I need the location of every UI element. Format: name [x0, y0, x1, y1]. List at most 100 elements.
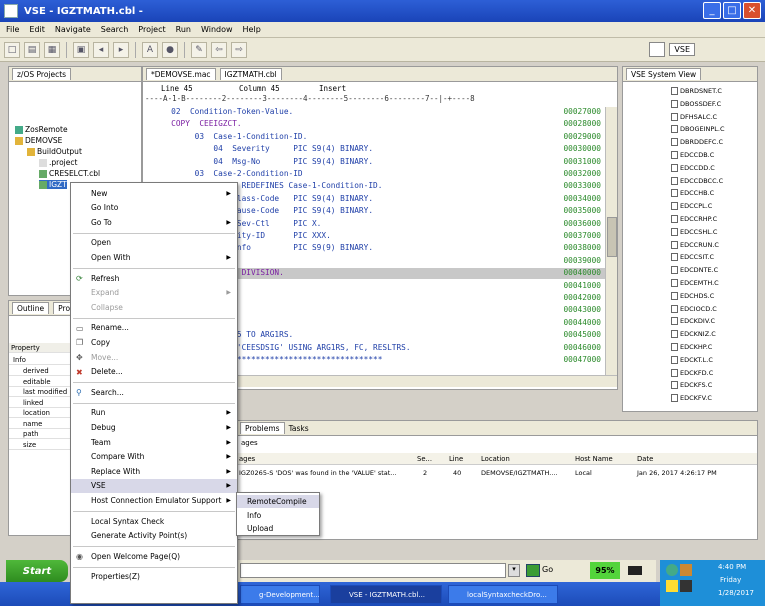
tab-demovse-mac[interactable]: *DEMOVSE.mac — [146, 68, 216, 80]
menu-item-go-into[interactable]: Go Into — [71, 201, 237, 215]
tab-zos-projects[interactable]: z/OS Projects — [12, 68, 72, 80]
tree-item-igztmath-selected[interactable]: IGZT — [39, 180, 67, 189]
system-view-item[interactable]: EDCKFV.C — [671, 394, 712, 403]
submenu-item-remotecompile[interactable]: RemoteCompile — [237, 495, 319, 508]
tree-item-creselct[interactable]: CRESELCT.cbl — [39, 169, 100, 178]
system-view-item[interactable]: EDCEMTH.C — [671, 279, 719, 287]
system-view-item[interactable]: EDCKHP.C — [671, 343, 712, 351]
submenu-item-info[interactable]: Info — [237, 509, 319, 522]
system-view-item[interactable]: EDCCDB.C — [671, 151, 714, 159]
system-view-item[interactable]: EDCKFS.C — [671, 381, 712, 390]
menu-item-copy[interactable]: ❐ Copy — [71, 335, 237, 349]
system-view-item[interactable]: EDCCSIT.C — [671, 253, 714, 262]
menu-file[interactable]: File — [6, 25, 19, 34]
nav-forward-icon[interactable]: ⇨ — [231, 41, 247, 58]
menu-item-delete[interactable]: ✖ Delete... — [71, 365, 237, 379]
menu-item-debug[interactable]: Debug ▶ — [71, 420, 237, 434]
new-icon[interactable]: □ — [4, 41, 20, 58]
dropdown-arrow-icon[interactable]: ▾ — [508, 564, 520, 577]
code-line[interactable]: 02 Condition-Token-Value. 00027000 — [143, 107, 605, 118]
system-view-item[interactable]: EDCKFD.C — [671, 368, 713, 377]
system-view-item[interactable]: DBOSSDEF.C — [671, 99, 721, 108]
menu-item-refresh[interactable]: ⟳ Refresh — [71, 271, 237, 285]
system-view-item[interactable]: EDCCRUN.C — [671, 240, 719, 249]
problem-row[interactable]: IGZ0265-S 'DOS' was found in the 'VALUE'… — [237, 467, 757, 479]
menu-item-properties-z[interactable]: Properties(Z) — [71, 570, 237, 584]
menu-item-new[interactable]: New ▶ — [71, 186, 237, 200]
taskbar-item-syntaxcheck[interactable]: localSyntaxcheckDro... — [448, 585, 558, 604]
tab-tasks[interactable]: Tasks — [289, 424, 309, 433]
system-view-item[interactable]: EDCCSHL.C — [671, 227, 717, 236]
minimize-button[interactable]: _ — [703, 2, 721, 19]
system-view-item[interactable]: EDCKT.L.C — [671, 355, 713, 364]
taskbar-item-development[interactable]: g-Development... — [240, 585, 320, 604]
system-view-item[interactable]: EDCDNTE.C — [671, 266, 718, 275]
start-button[interactable]: Start — [6, 560, 68, 582]
search-tool-icon[interactable]: A — [142, 41, 158, 58]
security-icon[interactable] — [680, 564, 692, 576]
tree-item-demovse[interactable]: DEMOVSE — [15, 136, 62, 145]
open-perspective-icon[interactable] — [649, 42, 666, 57]
menu-item-rename[interactable]: ▭ Rename... — [71, 321, 237, 335]
system-view-item[interactable]: EDCIOCD.C — [671, 304, 717, 313]
menu-item-generate-activity-point-s[interactable]: Generate Activity Point(s) — [71, 529, 237, 543]
close-button[interactable]: ✕ — [743, 2, 761, 19]
system-view-item[interactable]: EDCKDIV.C — [671, 317, 715, 326]
menu-item-compare-with[interactable]: Compare With ▶ — [71, 450, 237, 464]
menu-item-open-with[interactable]: Open With ▶ — [71, 250, 237, 264]
system-view-item[interactable]: EDCCDD.C — [671, 163, 715, 172]
menu-item-search[interactable]: ⚲ Search... — [71, 385, 237, 399]
menu-item-open-welcome-page-q[interactable]: ◉ Open Welcome Page(Q) — [71, 549, 237, 563]
system-view-item[interactable]: EDCCPL.C — [671, 202, 712, 211]
build-icon[interactable]: ▣ — [73, 41, 89, 58]
tree-item-project[interactable]: .project — [39, 158, 77, 167]
menu-item-run[interactable]: Run ▶ — [71, 406, 237, 420]
code-line[interactable]: 04 Severity PIC S9(4) BINARY. 00030000 — [143, 144, 605, 155]
menu-item-local-syntax-check[interactable]: Local Syntax Check — [71, 514, 237, 528]
tree-item-buildoutput[interactable]: BuildOutput — [27, 147, 82, 156]
menu-window[interactable]: Window — [201, 25, 233, 34]
menu-item-go-to[interactable]: Go To ▶ — [71, 215, 237, 229]
tab-vse-system-view[interactable]: VSE System View — [626, 68, 702, 80]
system-view-item[interactable]: DBRDSNET.C — [671, 87, 722, 95]
tab-igztmath[interactable]: IGZTMATH.cbl — [219, 68, 282, 80]
menu-item-replace-with[interactable]: Replace With ▶ — [71, 464, 237, 478]
volume-icon[interactable] — [666, 580, 678, 592]
submenu-item-upload[interactable]: Upload — [237, 522, 319, 535]
code-line[interactable]: 03 Case-1-Condition-ID. 00029000 — [143, 132, 605, 143]
run-icon[interactable]: ● — [162, 41, 178, 58]
menu-item-open[interactable]: Open — [71, 236, 237, 250]
network-icon[interactable] — [666, 564, 678, 576]
menu-item-move[interactable]: ✥ Move... — [71, 350, 237, 364]
code-line[interactable]: 04 Msg-No PIC S9(4) BINARY. 00031000 — [143, 157, 605, 168]
system-view-item[interactable]: DFHSALC.C — [671, 112, 717, 121]
menu-edit[interactable]: Edit — [29, 25, 45, 34]
pencil-icon[interactable]: ✎ — [191, 41, 207, 58]
menu-help[interactable]: Help — [243, 25, 261, 34]
menu-project[interactable]: Project — [138, 25, 165, 34]
menu-item-team[interactable]: Team ▶ — [71, 435, 237, 449]
system-view-item[interactable]: DBRDDEFC.C — [671, 138, 723, 147]
system-view-item[interactable]: EDCHDS.C — [671, 291, 714, 300]
system-view-item[interactable]: DBOGEINPL.C — [671, 125, 725, 134]
system-view-item[interactable]: EDCCHB.C — [671, 189, 714, 198]
menu-item-collapse[interactable]: Collapse — [71, 300, 237, 314]
menu-item-host-connection-emulator-support[interactable]: Host Connection Emulator Support ▶ — [71, 493, 237, 507]
editor-vertical-scrollbar[interactable] — [605, 107, 617, 377]
go-label[interactable]: Go — [542, 565, 553, 574]
menu-navigate[interactable]: Navigate — [55, 25, 91, 34]
menu-item-vse[interactable]: VSE ▶ — [71, 478, 237, 493]
tab-outline[interactable]: Outline — [12, 302, 50, 314]
code-line[interactable]: COPY CEEIGZCT. 00028000 — [143, 119, 605, 130]
system-view-item[interactable]: EDCCRHP.C — [671, 215, 717, 223]
menu-search[interactable]: Search — [101, 25, 128, 34]
tab-problems[interactable]: Problems — [240, 422, 285, 434]
system-view-item[interactable]: EDCKNIZ.C — [671, 330, 716, 339]
print-icon[interactable]: ▦ — [44, 41, 60, 58]
menu-item-expand[interactable]: Expand ▶ — [71, 286, 237, 300]
nav-back-icon[interactable]: ⇦ — [211, 41, 227, 58]
system-view-item[interactable]: EDCCDBCC.C — [671, 176, 723, 185]
tree-item-remote[interactable]: ZosRemote — [15, 125, 68, 134]
code-line[interactable]: 03 Case-2-Condition-ID 00032000 — [143, 169, 605, 180]
scroll-thumb[interactable] — [607, 217, 617, 257]
